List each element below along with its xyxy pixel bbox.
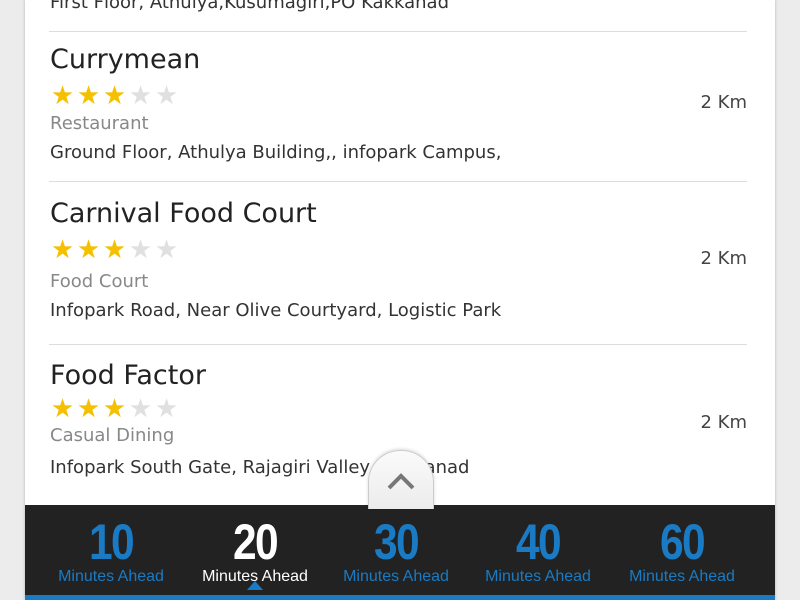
tab-60-minutes[interactable]: 60 Minutes Ahead	[612, 505, 752, 595]
star-filled-icon: ★	[50, 81, 75, 111]
selected-indicator	[247, 581, 263, 590]
divider	[49, 181, 747, 182]
minutes-label: Minutes Ahead	[485, 568, 591, 585]
minutes-value: 60	[660, 514, 706, 570]
minutes-value: 30	[374, 514, 420, 570]
star-filled-icon: ★	[50, 394, 75, 424]
rating-stars: ★ ★ ★ ★ ★	[50, 237, 179, 263]
tab-30-minutes[interactable]: 30 Minutes Ahead	[326, 505, 466, 595]
tab-40-minutes[interactable]: 40 Minutes Ahead	[468, 505, 608, 595]
star-empty-icon: ★	[154, 235, 179, 265]
partial-address: First Floor, Athulya,Kusumagiri,PO Kakka…	[50, 0, 450, 13]
star-filled-icon: ★	[76, 81, 101, 111]
place-category: Casual Dining	[50, 425, 175, 446]
place-name: Carnival Food Court	[50, 198, 317, 229]
star-empty-icon: ★	[154, 394, 179, 424]
tab-20-minutes[interactable]: 20 Minutes Ahead	[185, 505, 325, 595]
place-address: Infopark Road, Near Olive Courtyard, Log…	[50, 300, 502, 321]
minutes-label: Minutes Ahead	[58, 568, 164, 585]
star-filled-icon: ★	[76, 394, 101, 424]
place-category: Food Court	[50, 271, 149, 292]
star-filled-icon: ★	[50, 235, 75, 265]
place-distance: 2 Km	[700, 248, 747, 269]
place-name: Currymean	[50, 44, 201, 75]
star-filled-icon: ★	[102, 235, 127, 265]
star-empty-icon: ★	[128, 81, 153, 111]
place-category: Restaurant	[50, 113, 149, 134]
chevron-up-icon	[387, 473, 415, 490]
star-empty-icon: ★	[128, 394, 153, 424]
star-filled-icon: ★	[102, 394, 127, 424]
minutes-value: 20	[233, 514, 279, 570]
divider	[49, 344, 747, 345]
place-address: Ground Floor, Athulya Building,, infopar…	[50, 142, 502, 163]
minutes-label: Minutes Ahead	[343, 568, 449, 585]
star-empty-icon: ★	[154, 81, 179, 111]
minutes-label: Minutes Ahead	[629, 568, 735, 585]
star-filled-icon: ★	[76, 235, 101, 265]
accent-line	[25, 595, 775, 600]
expand-button[interactable]	[368, 450, 434, 509]
rating-stars: ★ ★ ★ ★ ★	[50, 396, 179, 422]
divider	[49, 31, 747, 32]
rating-stars: ★ ★ ★ ★ ★	[50, 83, 179, 109]
star-filled-icon: ★	[102, 81, 127, 111]
minutes-value: 10	[89, 514, 135, 570]
tab-10-minutes[interactable]: 10 Minutes Ahead	[41, 505, 181, 595]
star-empty-icon: ★	[128, 235, 153, 265]
place-distance: 2 Km	[700, 412, 747, 433]
minutes-value: 40	[516, 514, 562, 570]
place-distance: 2 Km	[700, 92, 747, 113]
place-name: Food Factor	[50, 360, 206, 391]
time-ahead-bar: 10 Minutes Ahead 20 Minutes Ahead 30 Min…	[25, 505, 775, 600]
